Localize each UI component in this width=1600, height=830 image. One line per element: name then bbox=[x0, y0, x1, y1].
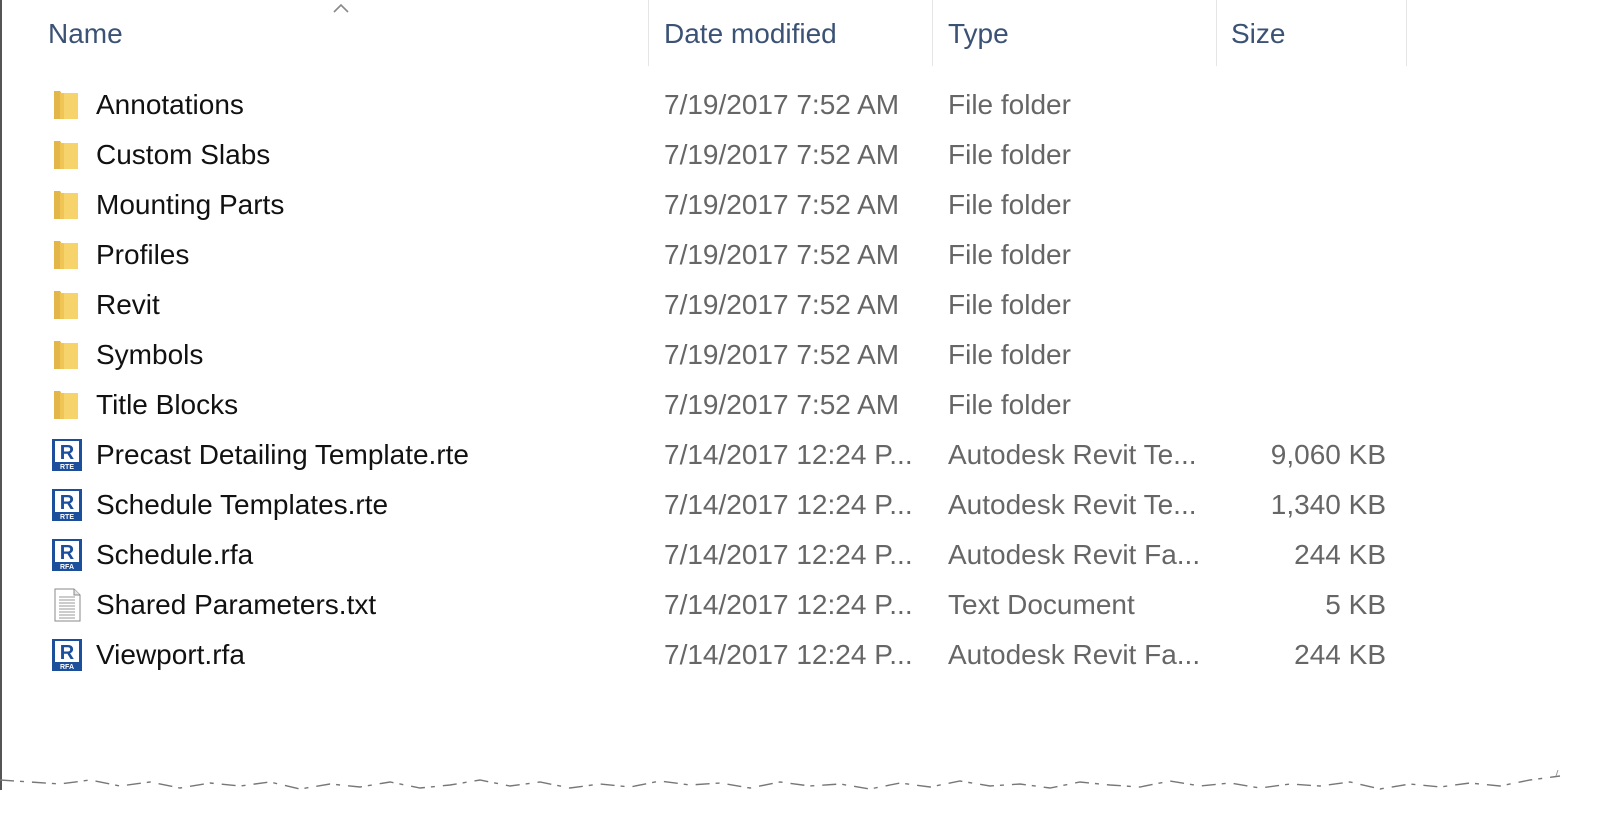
folder-icon bbox=[50, 338, 84, 372]
file-type: File folder bbox=[948, 389, 1071, 420]
file-name: Schedule Templates.rte bbox=[96, 489, 389, 520]
file-row[interactable]: Custom Slabs 7/19/2017 7:52 AM File folder bbox=[2, 130, 1562, 180]
file-type: Autodesk Revit Fa... bbox=[948, 639, 1201, 670]
file-row[interactable]: Mounting Parts 7/19/2017 7:52 AM File fold… bbox=[2, 180, 1562, 230]
svg-text:RTE: RTE bbox=[60, 464, 74, 471]
file-name: Shared Parameters.txt bbox=[96, 589, 377, 620]
svg-text:RTE: RTE bbox=[60, 514, 74, 521]
text-document-icon bbox=[50, 588, 84, 622]
file-date-modified: 7/19/2017 7:52 AM bbox=[664, 239, 900, 270]
file-date-modified: 7/14/2017 12:24 P... bbox=[664, 539, 913, 570]
file-name: Precast Detailing Template.rte bbox=[96, 439, 469, 470]
svg-text:RFA: RFA bbox=[60, 564, 74, 571]
svg-text:R: R bbox=[60, 492, 75, 514]
file-date-modified: 7/14/2017 12:24 P... bbox=[664, 639, 913, 670]
file-date-modified: 7/19/2017 7:52 AM bbox=[664, 339, 900, 370]
file-size: 9,060 KB bbox=[1270, 439, 1386, 470]
file-name: Symbols bbox=[96, 339, 204, 370]
file-date-modified: 7/19/2017 7:52 AM bbox=[664, 189, 900, 220]
file-name: Schedule.rfa bbox=[96, 539, 254, 570]
file-row[interactable]: R RFA Viewport.rfa 7/14/2017 12:24 P... Auto… bbox=[2, 630, 1562, 680]
file-name: Viewport.rfa bbox=[96, 639, 245, 670]
file-explorer-details-view: Name Date modified Type Size Annotations… bbox=[0, 0, 1562, 790]
file-type: Text Document bbox=[948, 589, 1135, 620]
file-size: 5 KB bbox=[1325, 589, 1386, 620]
file-size: 244 KB bbox=[1294, 639, 1386, 670]
file-type: File folder bbox=[948, 189, 1071, 220]
file-name: Title Blocks bbox=[96, 389, 239, 420]
file-type: Autodesk Revit Fa... bbox=[948, 539, 1201, 570]
file-name: Revit bbox=[96, 289, 160, 320]
column-header-size[interactable]: Size bbox=[1217, 0, 1407, 66]
revit-template-icon: R RTE bbox=[50, 438, 84, 472]
torn-edge-decoration bbox=[0, 770, 1561, 790]
column-header-type[interactable]: Type bbox=[933, 0, 1217, 66]
file-list: Annotations 7/19/2017 7:52 AM File folder C… bbox=[2, 80, 1562, 680]
svg-text:RFA: RFA bbox=[60, 664, 74, 671]
file-date-modified: 7/14/2017 12:24 P... bbox=[664, 439, 913, 470]
file-row[interactable]: R RFA Schedule.rfa 7/14/2017 12:24 P... Auto… bbox=[2, 530, 1562, 580]
file-size: 1,340 KB bbox=[1270, 489, 1386, 520]
column-header-date-modified[interactable]: Date modified bbox=[649, 0, 933, 66]
column-header-name[interactable]: Name bbox=[2, 0, 649, 66]
file-date-modified: 7/19/2017 7:52 AM bbox=[664, 289, 900, 320]
file-type: File folder bbox=[948, 289, 1071, 320]
revit-family-icon: R RFA bbox=[50, 638, 84, 672]
folder-icon bbox=[50, 238, 84, 272]
file-date-modified: 7/19/2017 7:52 AM bbox=[664, 139, 900, 170]
folder-icon bbox=[50, 88, 84, 122]
file-size: 244 KB bbox=[1294, 539, 1386, 570]
file-name: Custom Slabs bbox=[96, 139, 271, 170]
file-name: Mounting Parts bbox=[96, 189, 285, 220]
file-row[interactable]: R RTE Precast Detailing Template.rte 7/14/2… bbox=[2, 430, 1562, 480]
folder-icon bbox=[50, 188, 84, 222]
folder-icon bbox=[50, 138, 84, 172]
file-row[interactable]: Annotations 7/19/2017 7:52 AM File folder bbox=[2, 80, 1562, 130]
file-date-modified: 7/14/2017 12:24 P... bbox=[664, 589, 913, 620]
file-row[interactable]: R RTE Schedule Templates.rte 7/14/2017 12:2… bbox=[2, 480, 1562, 530]
file-date-modified: 7/19/2017 7:52 AM bbox=[664, 389, 900, 420]
file-type: Autodesk Revit Te... bbox=[948, 489, 1197, 520]
file-row[interactable]: Symbols 7/19/2017 7:52 AM File folder bbox=[2, 330, 1562, 380]
file-row[interactable]: Revit 7/19/2017 7:52 AM File folder bbox=[2, 280, 1562, 330]
svg-text:R: R bbox=[60, 642, 75, 664]
file-name: Annotations bbox=[96, 89, 244, 120]
file-date-modified: 7/14/2017 12:24 P... bbox=[664, 489, 913, 520]
file-type: Autodesk Revit Te... bbox=[948, 439, 1197, 470]
file-type: File folder bbox=[948, 139, 1071, 170]
revit-template-icon: R RTE bbox=[50, 488, 84, 522]
svg-text:R: R bbox=[60, 542, 75, 564]
file-name: Profiles bbox=[96, 239, 190, 270]
file-row[interactable]: Title Blocks 7/19/2017 7:52 AM File folder bbox=[2, 380, 1562, 430]
revit-family-icon: R RFA bbox=[50, 538, 84, 572]
file-type: File folder bbox=[948, 339, 1071, 370]
file-row[interactable]: Profiles 7/19/2017 7:52 AM File folder bbox=[2, 230, 1562, 280]
file-row[interactable]: Shared Parameters.txt 7/14/2017 12:24 P..… bbox=[2, 580, 1562, 630]
folder-icon bbox=[50, 288, 84, 322]
file-date-modified: 7/19/2017 7:52 AM bbox=[664, 89, 900, 120]
column-header-row: Name Date modified Type Size bbox=[2, 0, 1407, 66]
svg-text:R: R bbox=[60, 442, 75, 464]
folder-icon bbox=[50, 388, 84, 422]
file-type: File folder bbox=[948, 239, 1071, 270]
file-type: File folder bbox=[948, 89, 1071, 120]
